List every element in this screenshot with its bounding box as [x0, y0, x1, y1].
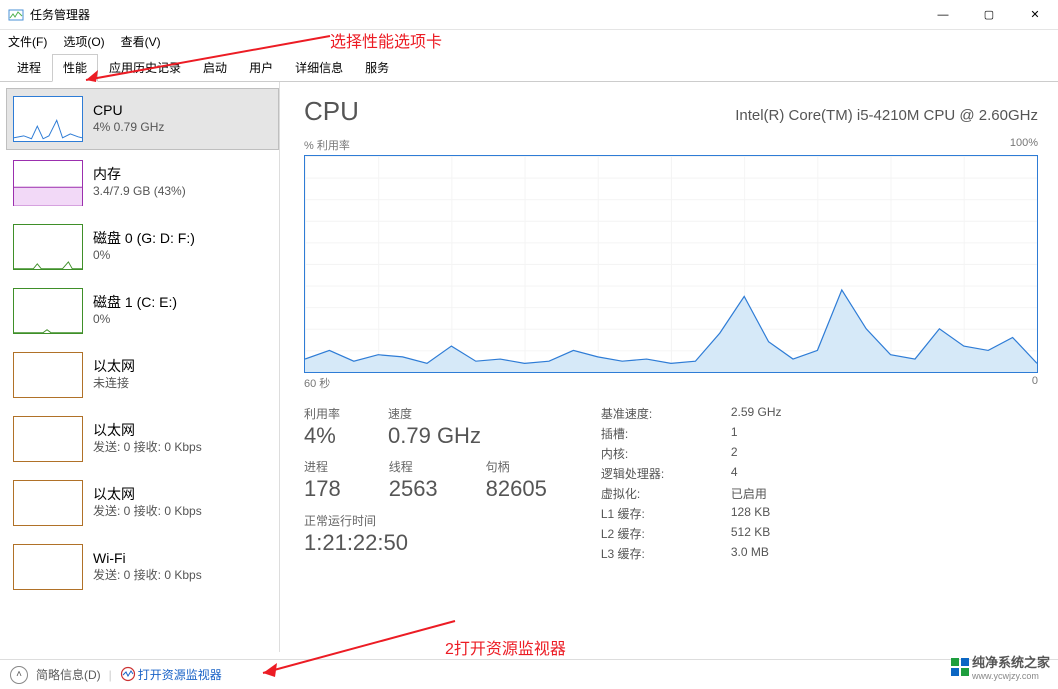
l1-label: L1 缓存: — [601, 505, 701, 522]
performance-sidebar[interactable]: CPU4% 0.79 GHz 内存3.4/7.9 GB (43%) 磁盘 0 (… — [0, 82, 280, 652]
tabs: 进程 性能 应用历史记录 启动 用户 详细信息 服务 — [0, 56, 1058, 82]
net-thumb-icon — [13, 352, 83, 398]
menu-options[interactable]: 选项(O) — [63, 33, 104, 50]
logical-label: 逻辑处理器: — [601, 465, 701, 482]
l2-value: 512 KB — [731, 525, 782, 542]
cpu-thumb-icon — [13, 96, 83, 142]
virt-label: 虚拟化: — [601, 485, 701, 502]
net-thumb-icon — [13, 544, 83, 590]
sidebar-item-cpu[interactable]: CPU4% 0.79 GHz — [6, 88, 279, 150]
l2-label: L2 缓存: — [601, 525, 701, 542]
sidebar-item-label: CPU — [93, 102, 164, 119]
minimize-button[interactable]: — — [920, 0, 966, 30]
basespeed-label: 基准速度: — [601, 405, 701, 422]
sockets-value: 1 — [731, 425, 782, 442]
sidebar-item-label: 以太网 — [93, 358, 135, 375]
sidebar-item-disk0[interactable]: 磁盘 0 (G: D: F:)0% — [6, 216, 279, 278]
proc-label: 进程 — [304, 458, 341, 475]
cores-label: 内核: — [601, 445, 701, 462]
speed-value: 0.79 GHz — [388, 422, 481, 450]
logical-value: 4 — [731, 465, 782, 482]
resource-monitor-icon — [120, 666, 136, 682]
watermark: 纯净系统之家www.ycwjzy.com — [951, 652, 1050, 681]
thread-value: 2563 — [389, 475, 438, 503]
sidebar-item-label: 磁盘 1 (C: E:) — [93, 294, 177, 311]
chart-x-right: 0 — [1032, 375, 1038, 391]
open-resource-monitor-link[interactable]: 打开资源监视器 — [120, 666, 222, 683]
tab-services[interactable]: 服务 — [354, 54, 400, 82]
speed-label: 速度 — [388, 405, 481, 422]
sidebar-item-wifi[interactable]: Wi-Fi发送: 0 接收: 0 Kbps — [6, 536, 279, 598]
sidebar-item-disk1[interactable]: 磁盘 1 (C: E:)0% — [6, 280, 279, 342]
fewer-details-icon[interactable]: ˄ — [10, 666, 28, 684]
app-icon — [8, 7, 24, 23]
watermark-icon — [951, 658, 969, 676]
thread-label: 线程 — [389, 458, 438, 475]
maximize-button[interactable]: ▢ — [966, 0, 1012, 30]
proc-value: 178 — [304, 475, 341, 503]
cores-value: 2 — [731, 445, 782, 462]
close-button[interactable]: ✕ — [1012, 0, 1058, 30]
sockets-label: 插槽: — [601, 425, 701, 442]
window-title: 任务管理器 — [30, 6, 920, 23]
sidebar-item-memory[interactable]: 内存3.4/7.9 GB (43%) — [6, 152, 279, 214]
virt-value: 已启用 — [731, 485, 782, 502]
titlebar: 任务管理器 — ▢ ✕ — [0, 0, 1058, 30]
tab-processes[interactable]: 进程 — [6, 54, 52, 82]
sidebar-item-label: 磁盘 0 (G: D: F:) — [93, 230, 195, 247]
menu-view[interactable]: 查看(V) — [121, 33, 161, 50]
menu-file[interactable]: 文件(F) — [8, 33, 47, 50]
net-thumb-icon — [13, 416, 83, 462]
disk-thumb-icon — [13, 288, 83, 334]
menubar: 文件(F) 选项(O) 查看(V) — [0, 30, 1058, 52]
memory-thumb-icon — [13, 160, 83, 206]
uptime-value: 1:21:22:50 — [304, 529, 571, 557]
handle-label: 句柄 — [486, 458, 547, 475]
cpu-utilization-chart[interactable] — [304, 155, 1038, 373]
tab-app-history[interactable]: 应用历史记录 — [98, 54, 192, 82]
fewer-details-link[interactable]: 简略信息(D) — [36, 666, 101, 683]
sidebar-item-ethernet1[interactable]: 以太网发送: 0 接收: 0 Kbps — [6, 408, 279, 470]
tab-details[interactable]: 详细信息 — [284, 54, 354, 82]
tab-performance[interactable]: 性能 — [52, 54, 98, 82]
net-thumb-icon — [13, 480, 83, 526]
chart-y-max: 100% — [1010, 137, 1038, 153]
chart-x-left: 60 秒 — [304, 375, 330, 391]
util-label: 利用率 — [304, 405, 340, 422]
tab-users[interactable]: 用户 — [238, 54, 284, 82]
footer: ˄ 简略信息(D) | 打开资源监视器 — [0, 659, 1058, 689]
sidebar-item-ethernet2[interactable]: 以太网发送: 0 接收: 0 Kbps — [6, 472, 279, 534]
uptime-label: 正常运行时间 — [304, 512, 571, 529]
sidebar-item-label: 内存 — [93, 166, 186, 183]
l3-value: 3.0 MB — [731, 545, 782, 562]
disk-thumb-icon — [13, 224, 83, 270]
l3-label: L3 缓存: — [601, 545, 701, 562]
sidebar-item-label: 以太网 — [93, 486, 202, 503]
sidebar-item-ethernet0[interactable]: 以太网未连接 — [6, 344, 279, 406]
sidebar-item-label: Wi-Fi — [93, 550, 202, 567]
handle-value: 82605 — [486, 475, 547, 503]
tab-startup[interactable]: 启动 — [192, 54, 238, 82]
sidebar-item-label: 以太网 — [93, 422, 202, 439]
basespeed-value: 2.59 GHz — [731, 405, 782, 422]
l1-value: 128 KB — [731, 505, 782, 522]
util-value: 4% — [304, 422, 340, 450]
chart-y-label: % 利用率 — [304, 137, 350, 153]
cpu-model: Intel(R) Core(TM) i5-4210M CPU @ 2.60GHz — [735, 107, 1038, 124]
performance-main: CPU Intel(R) Core(TM) i5-4210M CPU @ 2.6… — [280, 82, 1058, 652]
page-title: CPU — [304, 96, 359, 127]
